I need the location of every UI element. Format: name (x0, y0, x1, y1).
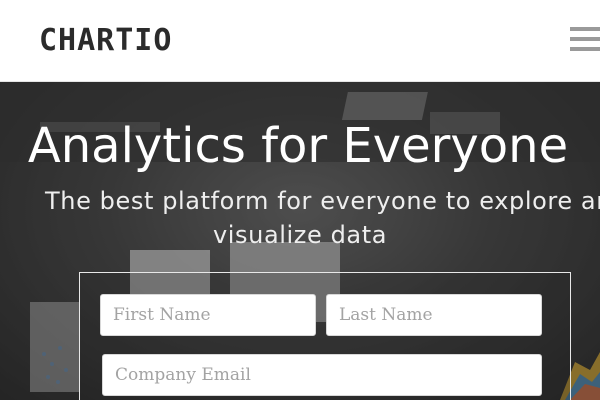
subheadline-line-2: visualize data (212, 221, 388, 249)
signup-form (79, 272, 571, 400)
hero-section: Analytics for Everyone The best platform… (0, 82, 600, 400)
chartio-logo[interactable]: CHARTIO (39, 22, 172, 60)
hero-subheadline: The best platform for everyone to explor… (0, 184, 600, 254)
menu-bar-middle (570, 37, 600, 41)
hamburger-menu-icon[interactable] (570, 27, 600, 53)
menu-bar-top (570, 27, 600, 31)
hero-headline: Analytics for Everyone (27, 118, 569, 174)
top-navigation-bar: CHARTIO (0, 0, 600, 82)
company-email-input[interactable] (102, 354, 542, 396)
menu-bar-bottom (570, 47, 600, 51)
last-name-input[interactable] (326, 294, 542, 336)
first-name-input[interactable] (100, 294, 316, 336)
subheadline-line-1: The best platform for everyone to explor… (45, 187, 600, 215)
